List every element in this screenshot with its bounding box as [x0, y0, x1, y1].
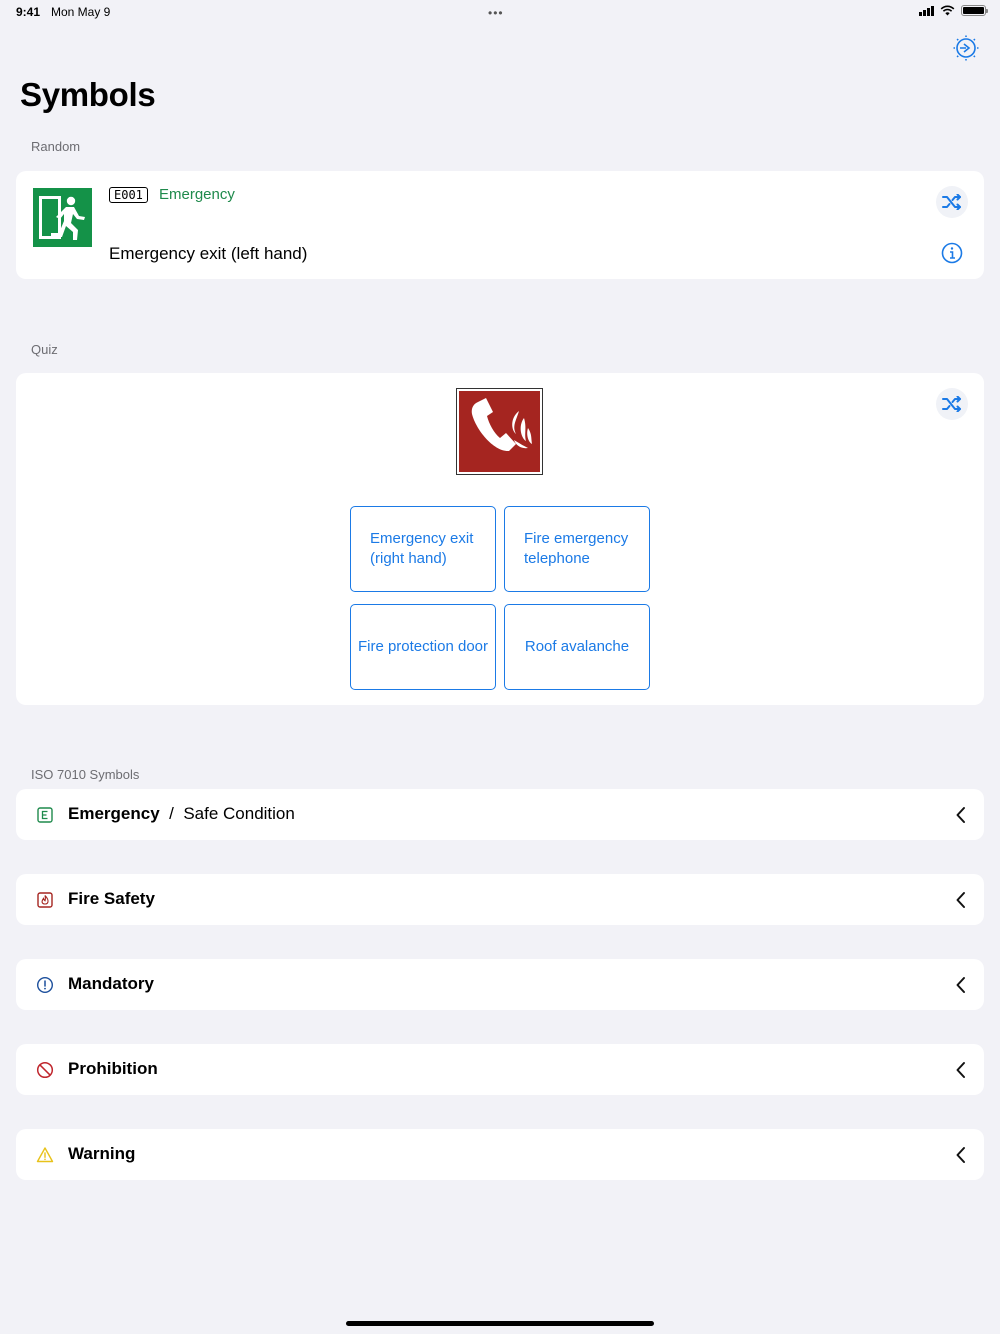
quiz-answer-button[interactable]: Roof avalanche [504, 604, 650, 690]
quiz-shuffle-button[interactable] [936, 388, 968, 420]
shuffle-icon [942, 194, 961, 210]
quiz-answer-button[interactable]: Fire emergency telephone [504, 506, 650, 592]
chevron-left-icon [956, 892, 965, 908]
quiz-answer-button[interactable]: Emergency exit (right hand) [350, 506, 496, 592]
quiz-card: Emergency exit (right hand) Fire emergen… [16, 373, 984, 705]
chevron-left-icon [956, 807, 965, 823]
mandatory-icon [36, 976, 54, 994]
random-section-header: Random [31, 139, 81, 154]
settings-button[interactable] [952, 34, 980, 62]
prohibition-icon [36, 1061, 54, 1079]
status-indicators [919, 5, 988, 16]
emergency-e-icon [37, 807, 53, 823]
category-title: Emergency / Safe Condition [68, 804, 295, 823]
cellular-signal-icon [919, 5, 934, 16]
symbol-name: Emergency exit (left hand) [109, 244, 308, 263]
category-row-emergency[interactable]: Emergency / Safe Condition [16, 789, 984, 840]
quiz-answer-button[interactable]: Fire protection door [350, 604, 496, 690]
status-date: Mon May 9 [51, 5, 111, 19]
category-row-mandatory[interactable]: Mandatory [16, 959, 984, 1010]
shuffle-icon [942, 396, 961, 412]
chevron-left-icon [956, 977, 965, 993]
symbol-info-button[interactable] [936, 237, 968, 269]
warning-icon [36, 1147, 54, 1163]
fire-safety-icon [37, 892, 53, 908]
status-time: 9:41 [16, 5, 41, 19]
chevron-left-icon [956, 1062, 965, 1078]
battery-icon [961, 5, 988, 16]
chevron-left-icon [956, 1147, 965, 1163]
category-title: Prohibition [68, 1059, 158, 1078]
quiz-section-header: Quiz [31, 342, 58, 357]
emergency-exit-symbol-image [33, 188, 92, 247]
category-title: Fire Safety [68, 889, 155, 908]
symbol-category-label: Emergency [159, 186, 235, 203]
home-indicator[interactable] [346, 1321, 654, 1326]
status-bar: 9:41 Mon May 9 ••• [0, 0, 1000, 24]
random-card[interactable]: E001 Emergency Emergency exit (left hand… [16, 171, 984, 279]
settings-gear-icon [953, 35, 979, 61]
category-row-fire-safety[interactable]: Fire Safety [16, 874, 984, 925]
category-title: Warning [68, 1144, 136, 1163]
symbol-code-badge: E001 [109, 187, 148, 203]
info-icon [941, 242, 963, 264]
iso-section-header: ISO 7010 Symbols [31, 767, 140, 782]
category-row-prohibition[interactable]: Prohibition [16, 1044, 984, 1095]
category-title: Mandatory [68, 974, 154, 993]
fire-emergency-telephone-symbol-image [456, 388, 543, 475]
category-row-warning[interactable]: Warning [16, 1129, 984, 1180]
random-shuffle-button[interactable] [936, 186, 968, 218]
page-title: Symbols [20, 76, 156, 113]
wifi-icon [940, 5, 955, 16]
multitasking-dots[interactable]: ••• [488, 6, 504, 20]
